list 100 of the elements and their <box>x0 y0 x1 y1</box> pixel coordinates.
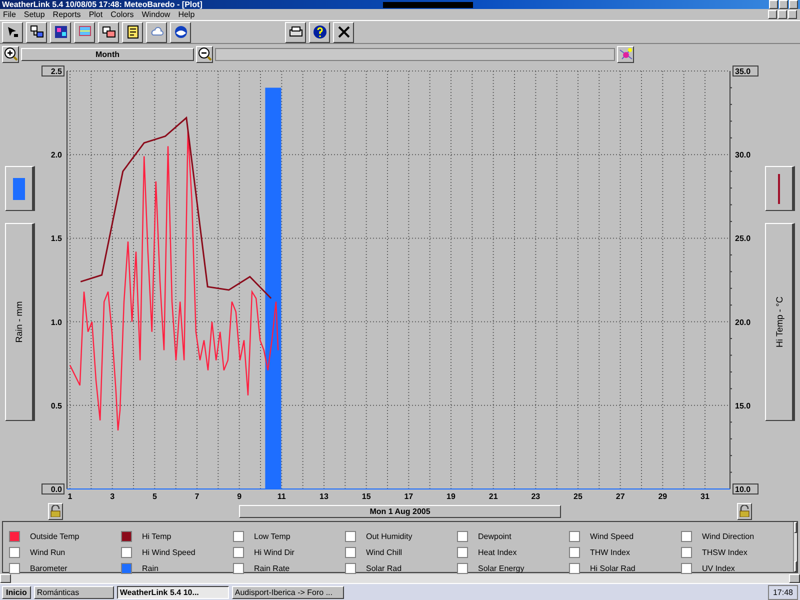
menu-item[interactable]: Help <box>178 10 195 20</box>
series-label: Rain <box>142 564 158 572</box>
menu-item[interactable]: File <box>3 10 16 20</box>
series-checkbox[interactable] <box>569 530 580 542</box>
series-checkbox[interactable] <box>569 546 580 558</box>
y2-axis-label: 20.0 <box>734 318 750 327</box>
y-axis-label: 1.5 <box>50 234 62 244</box>
series-checkbox[interactable] <box>9 546 20 558</box>
series-label: Hi Wind Dir <box>254 548 294 556</box>
series-checkbox[interactable] <box>121 546 132 558</box>
x-axis-label: 23 <box>531 492 540 501</box>
series-checkbox[interactable] <box>9 562 20 574</box>
series-checkbox[interactable] <box>233 530 244 542</box>
series-checkbox[interactable] <box>345 562 356 574</box>
toolbar-button[interactable] <box>309 22 330 42</box>
y-axis-label: 0.5 <box>50 401 62 410</box>
menu-item[interactable]: Plot <box>88 10 103 20</box>
x-axis-label: 9 <box>237 492 242 501</box>
taskbar-button[interactable]: WeatherLink 5.4 10... <box>116 586 229 598</box>
period-button[interactable]: Month <box>21 48 194 60</box>
menu-item[interactable]: Window <box>142 10 170 20</box>
menu-item[interactable]: Colors <box>110 10 134 20</box>
toolbar-button[interactable] <box>2 22 23 42</box>
series-checkbox[interactable] <box>457 530 468 542</box>
x-axis-label: 13 <box>319 492 328 501</box>
series-label: Wind Chill <box>366 548 402 556</box>
cursor-icon <box>6 25 20 39</box>
taskbar-button[interactable]: Audisport-Iberica -> Foro ... <box>232 586 344 598</box>
toolbar-button[interactable] <box>98 22 119 42</box>
printer-icon <box>288 25 302 39</box>
series-checkbox[interactable] <box>121 562 132 574</box>
restore-button[interactable] <box>778 10 787 19</box>
axis-label-button[interactable]: Hi Temp - °C <box>765 223 796 421</box>
series-checkbox[interactable] <box>457 546 468 558</box>
vertical-scrollbar[interactable] <box>793 522 797 572</box>
series-label: THW Index <box>590 548 630 556</box>
series-label: Out Humidity <box>366 532 412 540</box>
x-axis-label: 7 <box>194 492 200 501</box>
y2-axis-label: 35.0 <box>734 67 750 76</box>
series-checkbox[interactable] <box>345 530 356 542</box>
series-label: Rain Rate <box>254 564 290 572</box>
date-button[interactable]: Mon 1 Aug 2005 <box>239 504 561 518</box>
menu-item[interactable]: Reports <box>52 10 81 20</box>
start-button[interactable]: Inicio <box>2 586 31 598</box>
x-axis-label: 31 <box>700 492 710 501</box>
lock-button[interactable] <box>737 502 752 520</box>
taskbar-button[interactable]: Románticas <box>34 586 114 598</box>
windows-icon <box>102 25 116 39</box>
x-axis-label: 19 <box>446 492 456 501</box>
series-swatch-button[interactable] <box>765 166 796 211</box>
x-axis-label: 5 <box>152 492 157 501</box>
x-axis-label: 11 <box>277 492 286 501</box>
y2-axis-label: 30.0 <box>734 150 750 160</box>
toolbar-button[interactable] <box>170 22 191 42</box>
series-label: Dewpoint <box>478 532 512 540</box>
series-label: Hi Solar Rad <box>590 564 636 572</box>
color-button[interactable] <box>617 46 634 62</box>
series-checkbox[interactable] <box>233 546 244 558</box>
molecule-icon <box>618 47 632 61</box>
toolbar-button[interactable] <box>26 22 47 42</box>
x-axis-label: 27 <box>616 492 625 501</box>
maximize-button[interactable] <box>779 0 788 9</box>
toolbar-button[interactable] <box>74 22 95 42</box>
horizontal-scrollbar[interactable] <box>0 574 800 583</box>
series-checkbox[interactable] <box>457 562 468 574</box>
series-checkbox[interactable] <box>121 530 132 542</box>
series-checkbox[interactable] <box>9 530 20 542</box>
x-axis-label: 15 <box>362 492 371 501</box>
lock-button[interactable] <box>48 502 63 520</box>
menu-item[interactable]: Setup <box>24 10 45 20</box>
y2-axis-label: 25.0 <box>734 234 750 244</box>
zoom-in-icon <box>4 47 18 61</box>
toolbar-button[interactable] <box>333 22 354 42</box>
toolbar-button[interactable] <box>285 22 306 42</box>
zoom-in-button[interactable] <box>2 46 19 62</box>
series-label: Hi Temp <box>142 532 172 540</box>
toolbar-button[interactable] <box>50 22 71 42</box>
series-checkbox[interactable] <box>681 546 692 558</box>
y-axis-label: 2.0 <box>50 150 62 160</box>
axis-label-button[interactable]: Rain - mm <box>4 223 35 421</box>
series-checkbox[interactable] <box>681 562 692 574</box>
window-title: WeatherLink 5.4 10/08/05 17:48: MeteoBaredo - [Plot] <box>2 0 202 9</box>
y-axis-label: 1.0 <box>50 318 62 327</box>
series-label: Hi Wind Speed <box>142 548 196 556</box>
series-label: Solar Energy <box>478 564 524 572</box>
series-checkbox[interactable] <box>681 530 692 542</box>
y-axis-label: 2.5 <box>50 67 62 76</box>
zoom-out-button[interactable] <box>196 46 213 62</box>
series-swatch-button[interactable] <box>4 166 35 211</box>
series-checkbox[interactable] <box>569 562 580 574</box>
series-label: Wind Direction <box>702 532 754 540</box>
toolbar-button[interactable] <box>146 22 167 42</box>
series-checkbox[interactable] <box>233 562 244 574</box>
series-label: Wind Run <box>30 548 66 556</box>
series-label: Outside Temp <box>30 532 80 540</box>
toolbar-button[interactable] <box>122 22 143 42</box>
series-label: Low Temp <box>254 532 290 540</box>
x-axis-label: 25 <box>573 492 582 501</box>
series-label: THSW Index <box>702 548 748 556</box>
series-checkbox[interactable] <box>345 546 356 558</box>
